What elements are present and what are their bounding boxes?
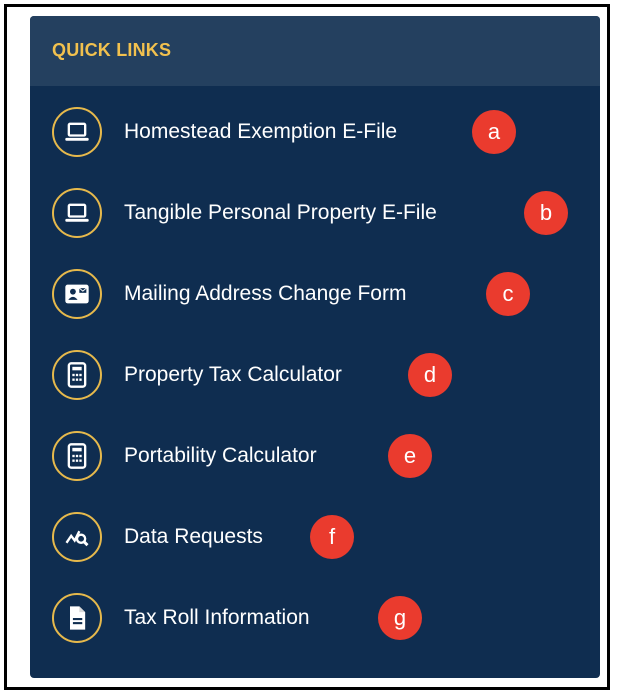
chart-search-icon [52, 512, 102, 562]
laptop-icon [52, 107, 102, 157]
calculator-icon [52, 431, 102, 481]
badge-f: f [310, 515, 354, 559]
panel-header: QUICK LINKS [30, 16, 600, 86]
link-property-tax-calculator[interactable]: Property Tax Calculator d [30, 343, 600, 407]
laptop-icon [52, 188, 102, 238]
calculator-icon [52, 350, 102, 400]
link-label: Homestead Exemption E-File [124, 120, 398, 143]
link-portability-calculator[interactable]: Portability Calculator e [30, 424, 600, 488]
document-icon [52, 593, 102, 643]
badge-e: e [388, 434, 432, 478]
link-label: Tax Roll Information [124, 606, 310, 629]
link-mailing-address-change-form[interactable]: Mailing Address Change Form c [30, 262, 600, 326]
link-label: Property Tax Calculator [124, 363, 342, 386]
quick-links-panel: QUICK LINKS Homestead Exemption E-File a… [30, 16, 600, 678]
link-label: Mailing Address Change Form [124, 282, 407, 305]
link-tax-roll-information[interactable]: Tax Roll Information g [30, 586, 600, 650]
link-label: Tangible Personal Property E-File [124, 201, 437, 224]
badge-b: b [524, 191, 568, 235]
link-homestead-exemption-efile[interactable]: Homestead Exemption E-File a [30, 100, 600, 164]
link-data-requests[interactable]: Data Requests f [30, 505, 600, 569]
badge-c: c [486, 272, 530, 316]
link-label: Data Requests [124, 525, 263, 548]
badge-d: d [408, 353, 452, 397]
link-tangible-personal-property-efile[interactable]: Tangible Personal Property E-File b [30, 181, 600, 245]
link-label: Portability Calculator [124, 444, 317, 467]
badge-a: a [472, 110, 516, 154]
badge-g: g [378, 596, 422, 640]
panel-title: QUICK LINKS [52, 40, 172, 60]
contact-card-icon [52, 269, 102, 319]
